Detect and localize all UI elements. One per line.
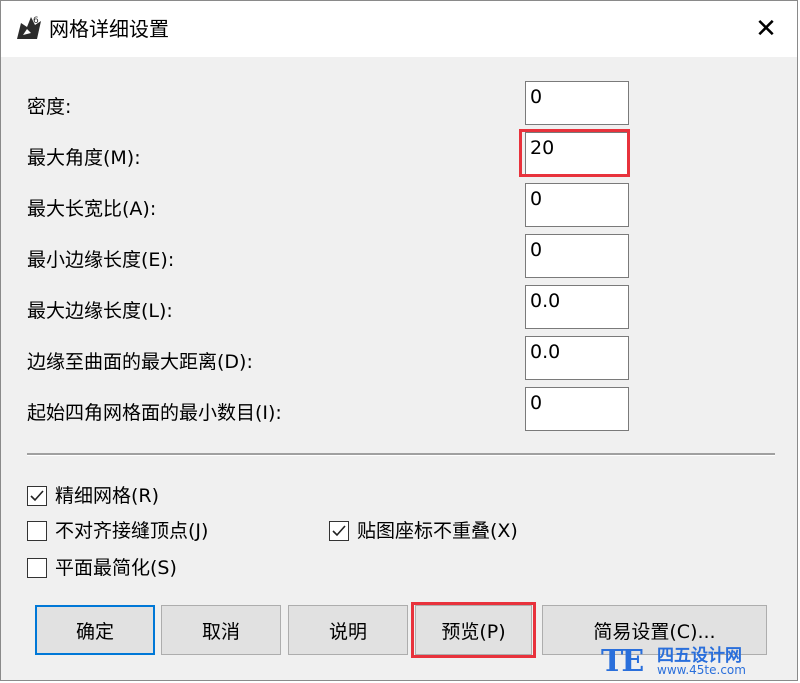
field-row-max-edge-length: 最大边缘长度(L): — [1, 285, 797, 331]
min-edge-length-input[interactable] — [525, 234, 629, 278]
check-icon — [30, 490, 44, 502]
min-quads-input[interactable] — [525, 387, 629, 431]
cancel-button[interactable]: 取消 — [161, 605, 281, 655]
max-angle-label: 最大角度(M): — [27, 147, 141, 169]
field-row-min-quads: 起始四角网格面的最小数目(I): — [1, 387, 797, 433]
max-distance-input[interactable] — [525, 336, 629, 380]
jagged-seams-checkbox[interactable]: 不对齐接缝顶点(J) — [27, 519, 208, 543]
field-row-max-aspect-ratio: 最大长宽比(A): — [1, 183, 797, 229]
texture-overlap-label: 贴图座标不重叠(X) — [357, 520, 518, 542]
max-aspect-ratio-label: 最大长宽比(A): — [27, 198, 157, 220]
min-edge-length-label: 最小边缘长度(E): — [27, 249, 175, 271]
watermark-url: www.45te.com — [657, 663, 746, 677]
density-input[interactable] — [525, 81, 629, 125]
max-aspect-ratio-input[interactable] — [525, 183, 629, 227]
jagged-seams-label: 不对齐接缝顶点(J) — [55, 520, 209, 542]
help-button[interactable]: 说明 — [288, 605, 408, 655]
simple-planes-check-box[interactable] — [27, 558, 47, 578]
check-icon — [332, 525, 346, 537]
refine-mesh-checkbox[interactable]: 精细网格(R) — [27, 484, 159, 508]
density-label: 密度: — [27, 96, 72, 118]
refine-mesh-label: 精细网格(R) — [55, 485, 160, 507]
watermark-logo: TE — [601, 644, 644, 679]
refine-mesh-check-box[interactable] — [27, 486, 47, 506]
field-row-min-edge-length: 最小边缘长度(E): — [1, 234, 797, 280]
mesh-detail-dialog: 6 网格详细设置 ✕ 密度: 最大角度(M): 最大长宽比(A): 最小边缘长度… — [0, 0, 798, 681]
preview-highlight — [411, 602, 536, 658]
max-distance-label: 边缘至曲面的最大距离(D): — [27, 351, 253, 373]
field-row-max-distance: 边缘至曲面的最大距离(D): — [1, 336, 797, 382]
ok-button[interactable]: 确定 — [35, 605, 155, 655]
texture-overlap-checkbox[interactable]: 贴图座标不重叠(X) — [329, 519, 518, 543]
min-quads-label: 起始四角网格面的最小数目(I): — [27, 402, 282, 424]
separator — [27, 453, 775, 456]
close-button[interactable]: ✕ — [735, 1, 797, 57]
jagged-seams-check-box[interactable] — [27, 521, 47, 541]
max-edge-length-label: 最大边缘长度(L): — [27, 300, 173, 322]
max-edge-length-input[interactable] — [525, 285, 629, 329]
close-icon: ✕ — [755, 14, 777, 44]
watermark: TE 四五设计网 www.45te.com — [599, 641, 799, 681]
svg-text:6: 6 — [33, 16, 39, 26]
simple-planes-checkbox[interactable]: 平面最简化(S) — [27, 556, 177, 580]
simple-planes-label: 平面最简化(S) — [55, 557, 177, 579]
texture-overlap-check-box[interactable] — [329, 521, 349, 541]
max-angle-highlight — [519, 129, 630, 177]
rhino-app-icon: 6 — [15, 13, 43, 41]
field-row-density: 密度: — [1, 81, 797, 127]
title-bar[interactable]: 6 网格详细设置 ✕ — [1, 1, 797, 57]
field-row-max-angle: 最大角度(M): — [1, 132, 797, 178]
window-title: 网格详细设置 — [49, 17, 169, 41]
